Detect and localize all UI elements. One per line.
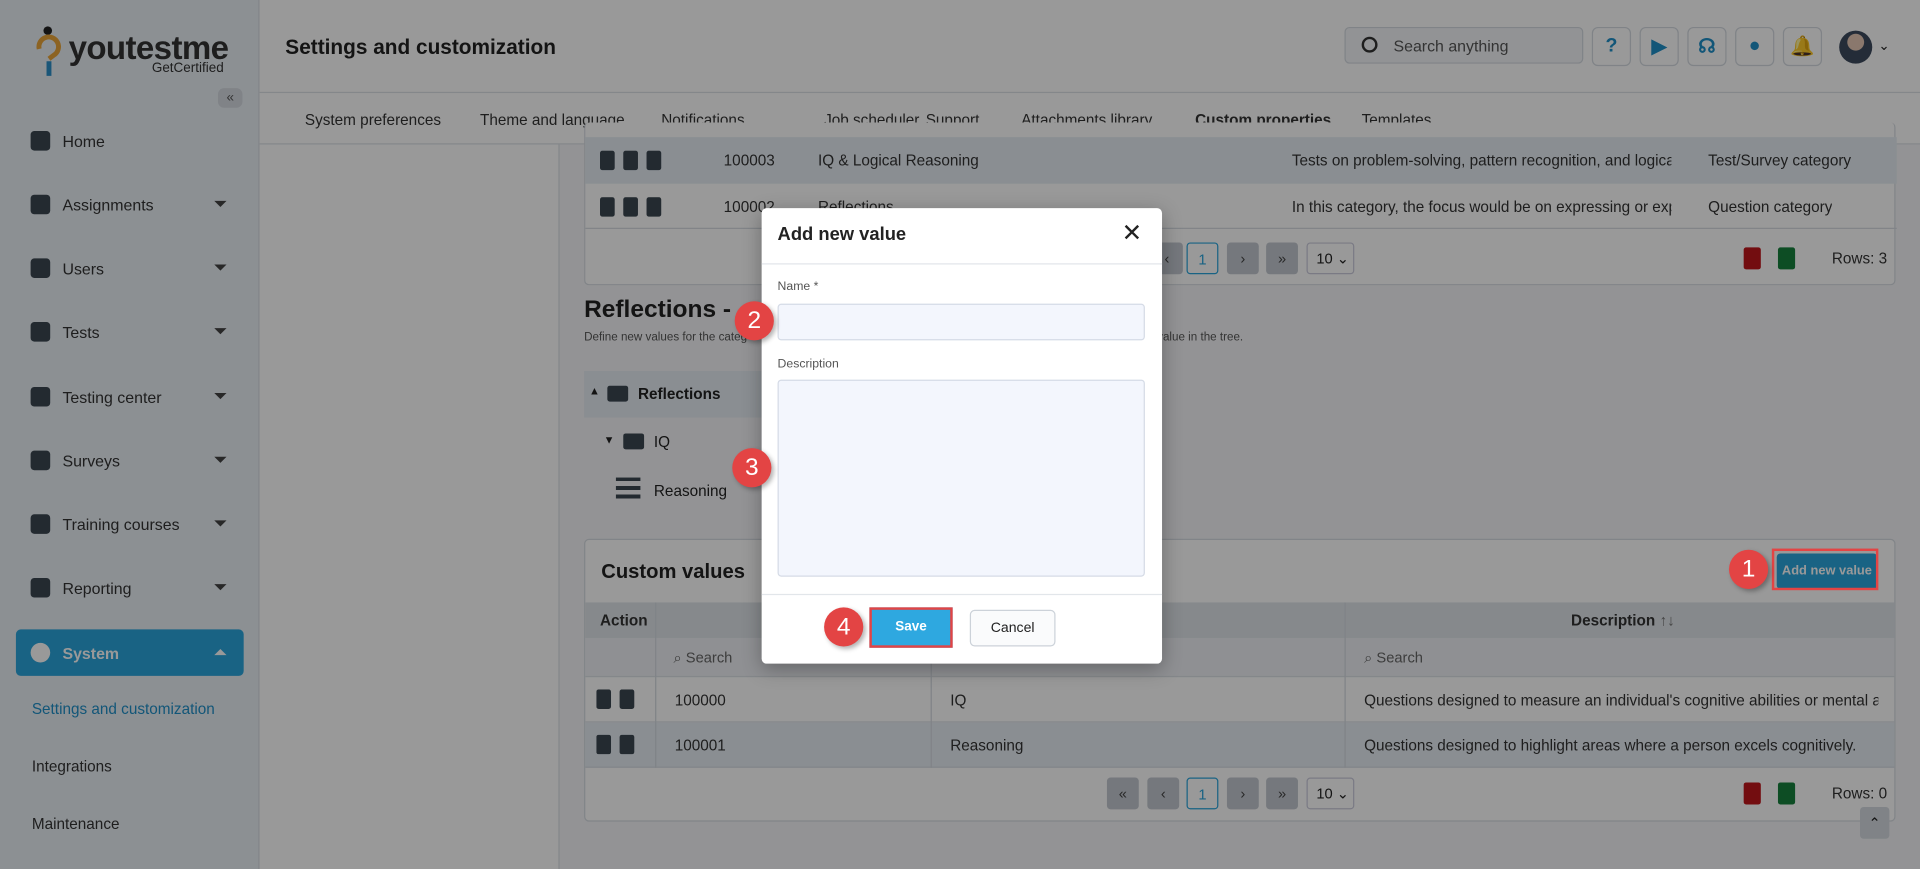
name-input[interactable] bbox=[777, 303, 1145, 341]
name-label: Name * bbox=[777, 280, 819, 294]
annotation-badge-3: 3 bbox=[732, 448, 772, 488]
add-value-dialog: Add new value ✕ Name * Description Save … bbox=[761, 208, 1163, 664]
cancel-button[interactable]: Cancel bbox=[969, 609, 1056, 647]
save-button[interactable]: Save bbox=[869, 607, 953, 648]
annotation-badge-1: 1 bbox=[1728, 549, 1769, 589]
close-icon[interactable]: ✕ bbox=[1122, 218, 1143, 249]
description-textarea[interactable] bbox=[777, 379, 1145, 577]
divider bbox=[761, 593, 1163, 596]
annotation-badge-4: 4 bbox=[824, 607, 864, 647]
description-label: Description bbox=[777, 357, 839, 372]
add-new-value-highlight bbox=[1771, 548, 1879, 591]
divider bbox=[761, 263, 1163, 265]
dialog-title: Add new value bbox=[777, 224, 907, 245]
annotation-badge-2: 2 bbox=[734, 301, 774, 341]
